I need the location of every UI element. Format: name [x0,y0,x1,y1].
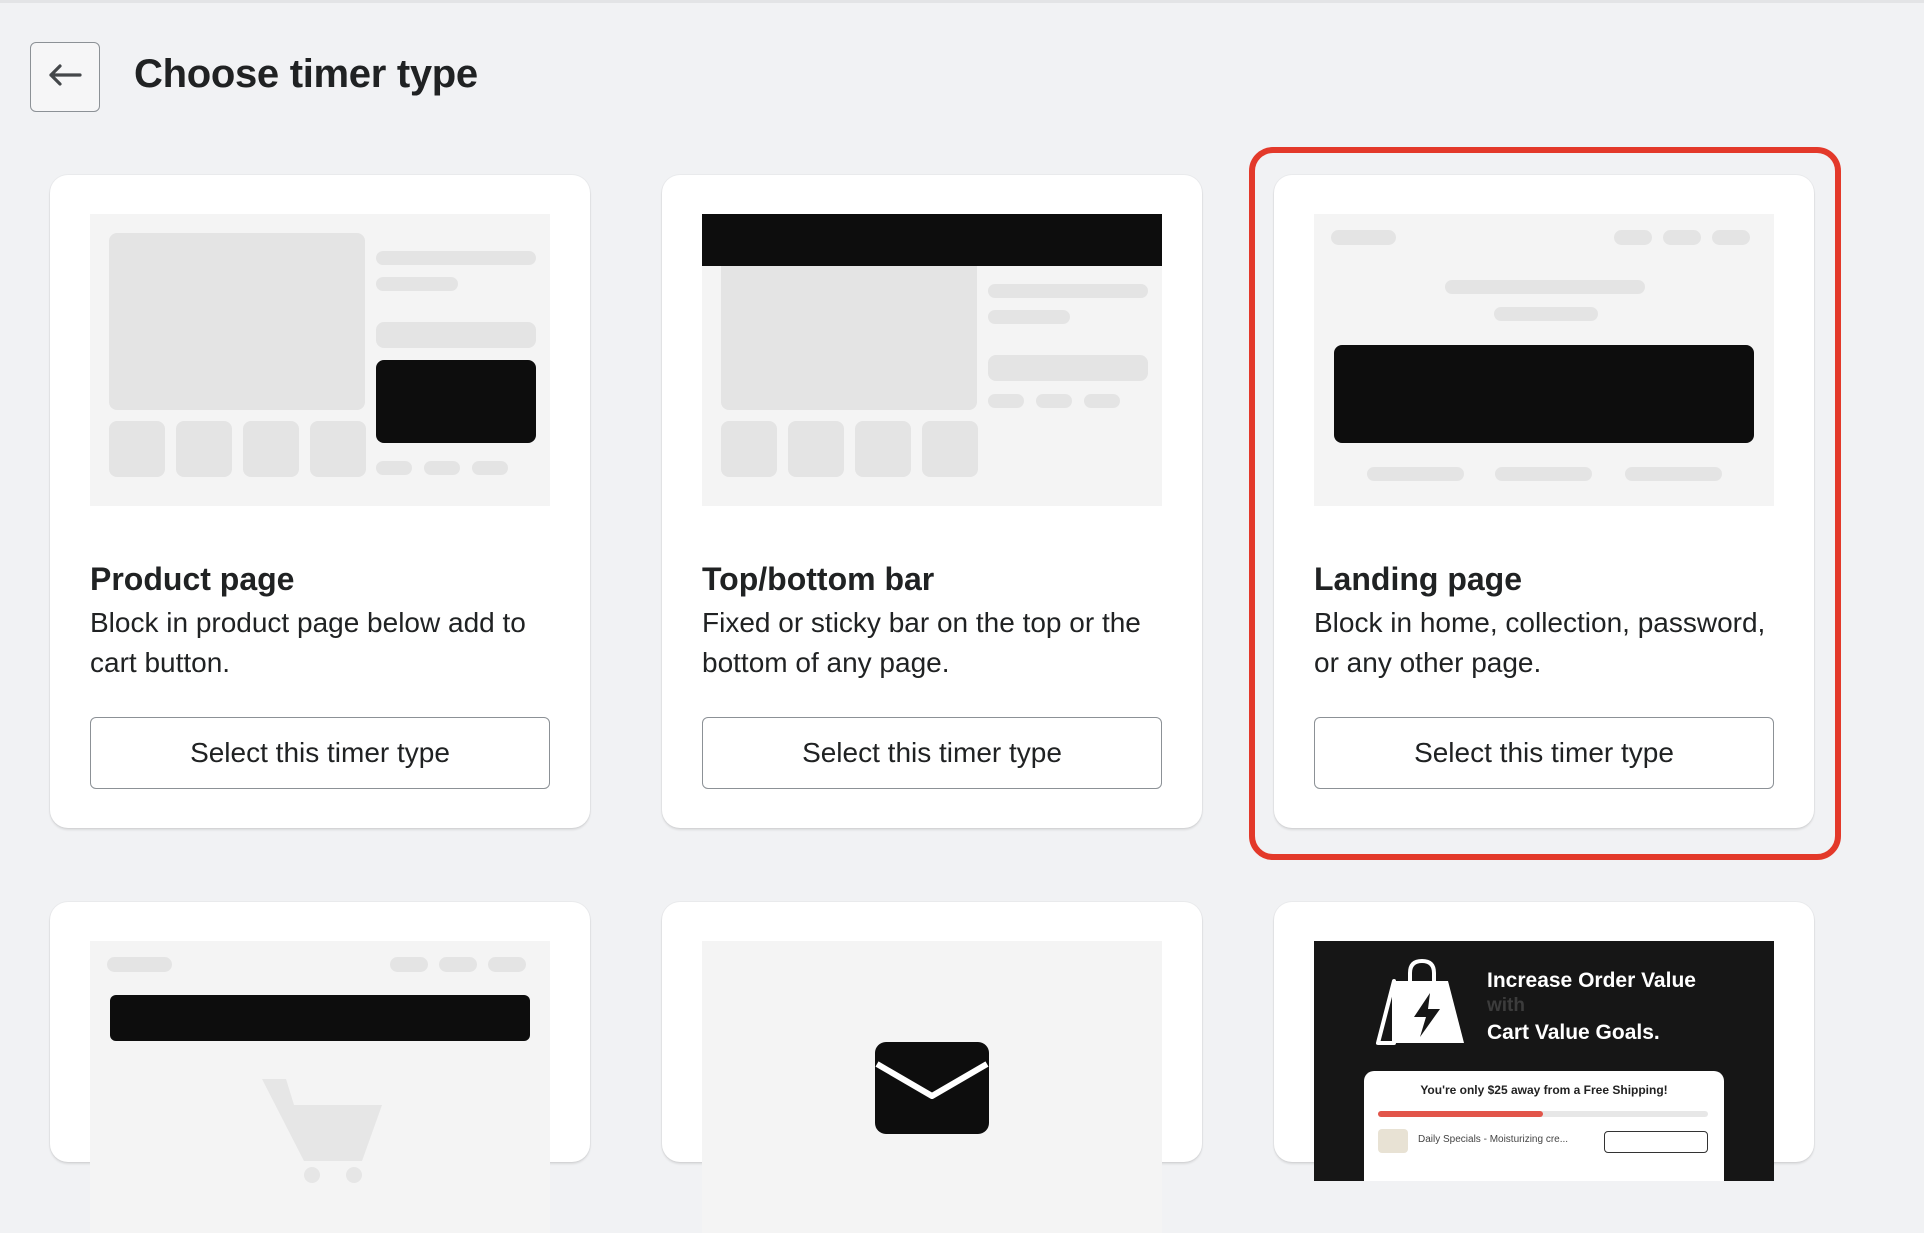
card-title: Top/bottom bar [702,561,935,597]
card-description: Fixed or sticky bar on the top or the bo… [702,607,1141,678]
card-cart-value-goals: Increase Order Value with Cart Value Goa… [1274,902,1814,1181]
card-top-bottom-bar: Top/bottom bar Fixed or sticky bar on th… [662,175,1202,828]
promo-subheadline: Cart Value Goals. [1487,1021,1660,1044]
promo-with-text: with [1487,995,1525,1016]
card-title: Landing page [1314,561,1522,597]
free-shipping-text: You're only $25 away from a Free Shippin… [1420,1083,1668,1097]
card-landing-page: Landing page Block in home, collection, … [1274,175,1814,828]
cart-page-preview [90,941,550,1233]
email-preview [702,941,1162,1233]
card-cart-page [50,902,590,1233]
arrow-left-icon [47,63,83,92]
card-product-page: Product page Block in product page below… [50,175,590,828]
product-thumbnail [1378,1129,1408,1153]
page-title: Choose timer type [134,52,478,96]
select-top-bottom-bar-button[interactable]: Select this timer type [702,717,1162,789]
card-description: Block in product page below add to cart … [90,607,526,678]
envelope-icon [875,1042,989,1139]
cart-item-name: Daily Specials - Moisturizing cre... [1418,1134,1569,1145]
cart-icon [258,1075,388,1190]
cart-value-goals-preview: Increase Order Value with Cart Value Goa… [1314,941,1774,1181]
shopping-bag-lightning-icon [1374,958,1466,1050]
card-title: Product page [90,561,295,597]
shipping-progress-bar [1378,1111,1708,1117]
top-divider [0,0,1924,3]
promo-cart-panel: You're only $25 away from a Free Shippin… [1364,1071,1724,1181]
cart-item-button [1604,1131,1708,1153]
card-email [662,902,1202,1233]
product-page-preview [90,214,550,506]
promo-headline: Increase Order Value [1487,969,1696,992]
timer-bar [702,214,1162,266]
select-product-page-button[interactable]: Select this timer type [90,717,550,789]
shipping-progress-fill [1378,1111,1543,1117]
select-landing-page-button[interactable]: Select this timer type [1314,717,1774,789]
back-button[interactable] [30,42,100,112]
timer-block [376,360,536,443]
landing-page-preview [1314,214,1774,506]
timer-block [110,995,530,1041]
card-description: Block in home, collection, password, or … [1314,607,1766,678]
top-bottom-bar-preview [702,214,1162,506]
timer-block [1334,345,1754,443]
